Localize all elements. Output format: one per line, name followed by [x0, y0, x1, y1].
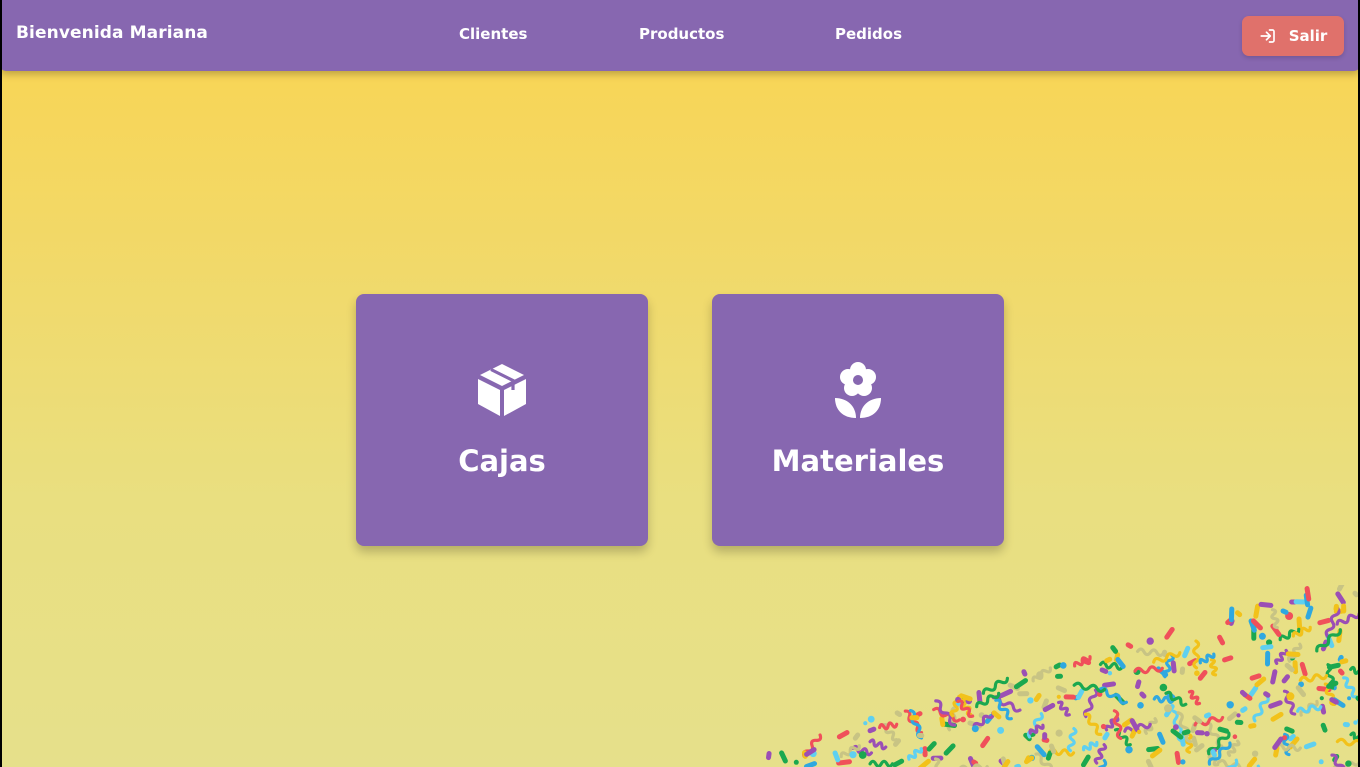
card-cajas[interactable]: Cajas: [356, 294, 648, 546]
logout-button[interactable]: Salir: [1242, 16, 1344, 56]
nav-link-pedidos[interactable]: Pedidos: [835, 25, 902, 43]
flower-icon: [830, 360, 886, 420]
nav-link-clientes[interactable]: Clientes: [459, 25, 527, 43]
welcome-title: Bienvenida Mariana: [16, 23, 208, 43]
card-materiales[interactable]: Materiales: [712, 294, 1004, 546]
logout-label: Salir: [1288, 27, 1328, 45]
confetti-decoration: [766, 585, 1358, 767]
box-icon: [474, 360, 530, 420]
card-label-materiales: Materiales: [771, 444, 945, 478]
card-label-cajas: Cajas: [458, 444, 546, 478]
top-navbar: Bienvenida Mariana Clientes Productos Pe…: [2, 0, 1358, 71]
app-background: Bienvenida Mariana Clientes Productos Pe…: [2, 0, 1358, 767]
login-arrow-icon: [1259, 27, 1277, 45]
nav-link-productos[interactable]: Productos: [639, 25, 724, 43]
